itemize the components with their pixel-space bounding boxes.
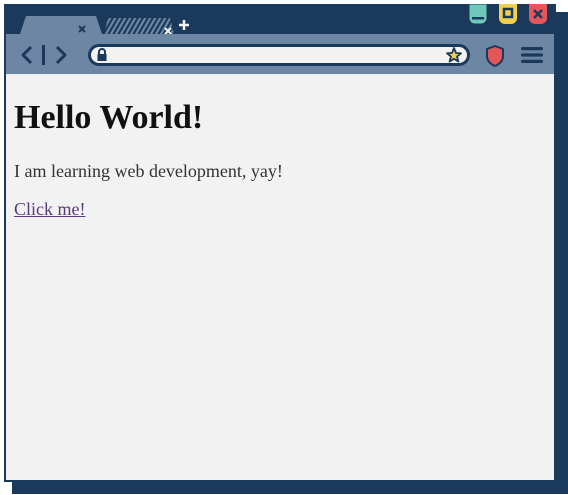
title-bar <box>6 3 554 35</box>
minimize-icon[interactable] <box>468 3 488 25</box>
url-input[interactable] <box>113 47 441 63</box>
page-heading: Hello World! <box>14 99 204 136</box>
new-tab-icon[interactable] <box>178 18 190 30</box>
close-tab-icon[interactable] <box>78 20 86 33</box>
page-content: Hello World! I am learning web developme… <box>6 74 554 480</box>
shield-icon[interactable] <box>484 44 506 68</box>
tab-active[interactable] <box>20 16 102 34</box>
address-bar[interactable] <box>88 44 470 66</box>
bookmark-star-icon[interactable] <box>446 47 462 63</box>
back-icon[interactable] <box>20 45 34 65</box>
page-paragraph: I am learning web development, yay! <box>14 161 283 181</box>
browser-window: Hello World! I am learning web developme… <box>4 3 556 482</box>
maximize-icon[interactable] <box>498 4 518 24</box>
close-tab-icon[interactable] <box>164 22 172 35</box>
toolbar <box>6 34 554 74</box>
forward-icon[interactable] <box>54 45 68 65</box>
close-icon[interactable] <box>528 4 548 24</box>
hamburger-menu-icon[interactable] <box>520 46 544 64</box>
nav-divider <box>42 45 45 65</box>
click-me-link[interactable]: Click me! <box>14 199 85 220</box>
lock-icon <box>96 48 108 62</box>
